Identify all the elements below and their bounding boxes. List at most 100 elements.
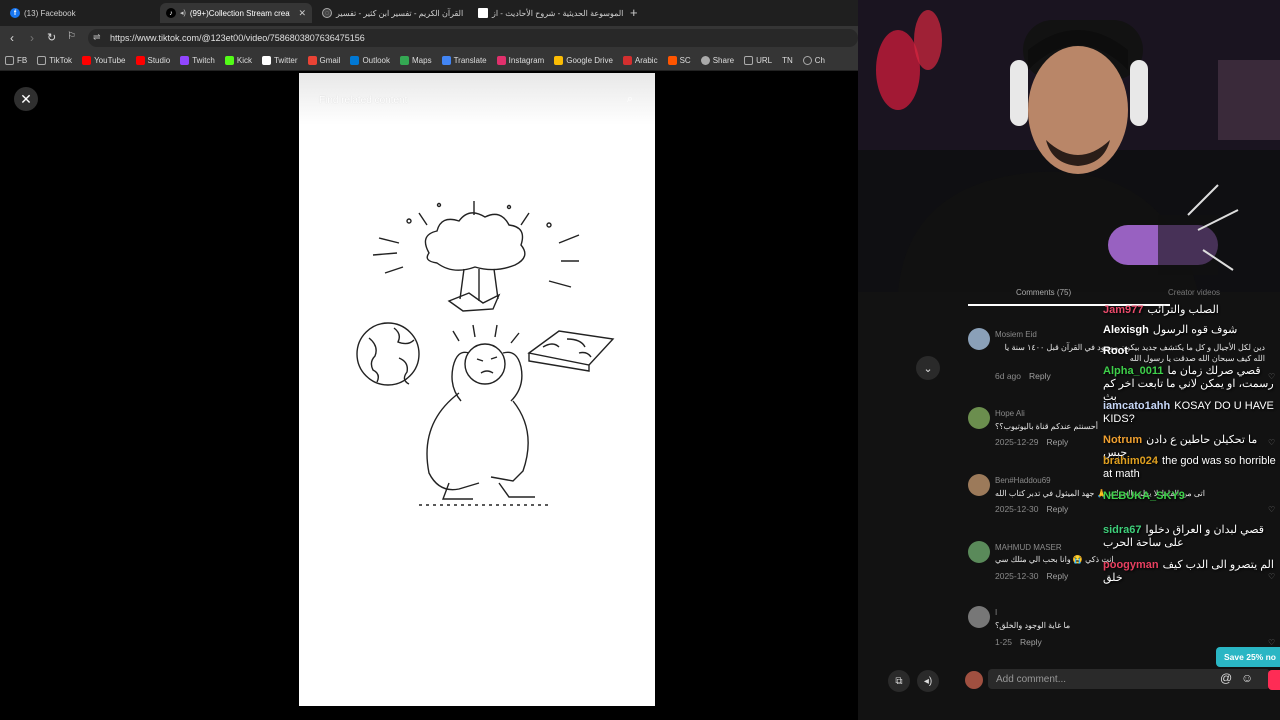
bookmark-label: Twitch	[192, 55, 215, 65]
reload-icon[interactable]: ↻	[47, 31, 56, 44]
tab-creator-videos[interactable]: Creator videos	[1168, 288, 1220, 297]
search-input[interactable]: Find related content	[319, 95, 407, 106]
next-video-button[interactable]: ⌃	[916, 356, 940, 380]
comment-author[interactable]: Mosiem Eid	[995, 330, 1037, 339]
site-settings-icon[interactable]: ⇌	[93, 32, 101, 43]
promo-button[interactable]: Save 25% no	[1216, 647, 1280, 667]
bookmark-fb[interactable]: FB	[0, 55, 32, 65]
tab-bar: f (13) Facebook ♪ ◂) (99+)Collection Str…	[0, 0, 858, 26]
close-tab-icon[interactable]: ✕	[298, 8, 306, 19]
pip-icon[interactable]: ⧉	[888, 670, 910, 692]
bookmark-tiktok[interactable]: TikTok	[32, 55, 77, 65]
tab-facebook[interactable]: f (13) Facebook	[4, 3, 156, 23]
comment-meta: 2025-12-30 Reply	[995, 504, 1068, 514]
bookmark-label: Studio	[147, 55, 171, 65]
close-viewer-button[interactable]: ✕	[14, 87, 38, 111]
chat-username: Jam977	[1103, 304, 1144, 316]
outlook-icon	[350, 55, 360, 65]
comment-author[interactable]: I	[995, 608, 997, 617]
emoji-icon[interactable]: ☺	[1241, 671, 1253, 685]
reply-button[interactable]: Reply	[1046, 571, 1068, 581]
bookmark-sc[interactable]: SC	[663, 55, 696, 65]
reply-button[interactable]: Reply	[1029, 371, 1051, 381]
bookmark-label: Instagram	[508, 55, 545, 65]
tab-hadith[interactable]: الموسوعة الحديثية - شروح الأحاديث - از	[472, 3, 624, 23]
avatar[interactable]	[968, 407, 990, 429]
comment-meta: 2025-12-29 Reply	[995, 437, 1068, 447]
webcam-overlay	[858, 0, 1280, 292]
mention-icon[interactable]: @	[1220, 671, 1232, 685]
like-icon[interactable]: ♡	[1268, 638, 1275, 647]
globe-drawing	[356, 322, 420, 386]
volume-icon[interactable]: ◂)	[917, 670, 939, 692]
bookmark-tn[interactable]: TN	[777, 56, 798, 65]
bookmark-instagram[interactable]: Instagram	[492, 55, 550, 65]
tab-tiktok[interactable]: ♪ ◂) (99+)Collection Stream create ✕	[160, 3, 312, 23]
search-icon[interactable]: ⌕	[627, 93, 633, 106]
chat-message: Alpha_0011 قصي صرلك زمان ما رسمت، او يمكن…	[1103, 365, 1280, 404]
comment-meta: 1-25 Reply	[995, 637, 1042, 647]
folder-icon	[5, 55, 14, 65]
comment-text: ما غاية الوجود والخلق؟	[995, 621, 1071, 630]
tiktok-icon: ♪	[166, 8, 176, 18]
avatar[interactable]	[968, 606, 990, 628]
comment-author[interactable]: MAHMUD MASER	[995, 543, 1062, 552]
like-icon[interactable]: ♡	[1268, 505, 1275, 514]
comment-date: 6d ago	[995, 371, 1021, 381]
bookmark-translate[interactable]: Translate	[437, 55, 492, 65]
bookmark-label: TN	[782, 55, 793, 65]
bookmark-twitter[interactable]: Twitter	[257, 55, 303, 65]
bookmark-label: URL	[756, 55, 773, 65]
avatar[interactable]	[968, 474, 990, 496]
bookmark-kick[interactable]: Kick	[220, 55, 257, 65]
comment-meta: 6d ago Reply	[995, 371, 1051, 381]
bookmark-label: Kick	[236, 55, 252, 65]
bookmark-google-drive[interactable]: Google Drive	[549, 55, 618, 65]
bookmark-twitch[interactable]: Twitch	[175, 55, 220, 65]
chat-message: Jam977 الصلب والترائب	[1103, 304, 1280, 317]
comment-date: 2025-12-30	[995, 504, 1039, 514]
chat-username: brahim024	[1103, 455, 1159, 467]
bookmark-label: TikTok	[49, 55, 73, 65]
bookmark-ch[interactable]: Ch	[798, 55, 830, 65]
kick-icon	[224, 55, 234, 65]
comment-author[interactable]: Hope Ali	[995, 409, 1025, 418]
chat-username: iamcato1ahh	[1103, 400, 1171, 412]
comments-panel: Comments (75) Creator videos Mosiem Eid …	[858, 288, 1280, 720]
bookmark-share[interactable]: Share	[696, 55, 739, 65]
tab-label: (13) Facebook	[24, 8, 76, 18]
bookmark-url[interactable]: URL	[739, 55, 777, 65]
reply-button[interactable]: Reply	[1046, 437, 1068, 447]
avatar[interactable]	[968, 541, 990, 563]
youtube-studio-icon	[135, 55, 145, 65]
video-player[interactable]: Find related content ⌕	[299, 73, 655, 706]
post-button[interactable]	[1268, 670, 1280, 690]
tab-comments[interactable]: Comments (75)	[1016, 288, 1071, 297]
globe-icon: ◌	[322, 8, 332, 18]
bookmark-maps[interactable]: Maps	[395, 55, 437, 65]
comment-author[interactable]: Ben#Haddou69	[995, 476, 1051, 485]
user-avatar[interactable]	[965, 671, 983, 689]
share-icon	[700, 55, 710, 65]
forward-icon[interactable]: ›	[30, 31, 34, 45]
instagram-icon	[496, 55, 506, 65]
bookmark-gmail[interactable]: Gmail	[303, 55, 346, 65]
add-comment-placeholder: Add comment...	[996, 673, 1067, 685]
bookmark-icon[interactable]: ⚐	[67, 31, 76, 42]
reply-button[interactable]: Reply	[1046, 504, 1068, 514]
new-tab-button[interactable]: +	[630, 5, 638, 20]
channel-icon	[802, 55, 812, 65]
bookmark-arabic[interactable]: Arabic	[618, 55, 663, 65]
back-icon[interactable]: ‹	[10, 31, 14, 45]
url-input[interactable]: ⇌ https://www.tiktok.com/@123et00/video/…	[88, 29, 858, 47]
maps-icon	[400, 55, 410, 65]
chat-username: poogyman	[1103, 559, 1159, 571]
reply-button[interactable]: Reply	[1020, 637, 1042, 647]
bookmark-studio[interactable]: Studio	[131, 55, 176, 65]
gmail-icon	[307, 55, 317, 65]
avatar[interactable]	[968, 328, 990, 350]
bookmark-label: Share	[712, 55, 735, 65]
bookmark-youtube[interactable]: YouTube	[77, 55, 130, 65]
tab-tafsir[interactable]: ◌ القرآن الكريم - تفسير ابن كثير - تفسير	[316, 3, 468, 23]
bookmark-outlook[interactable]: Outlook	[345, 55, 395, 65]
